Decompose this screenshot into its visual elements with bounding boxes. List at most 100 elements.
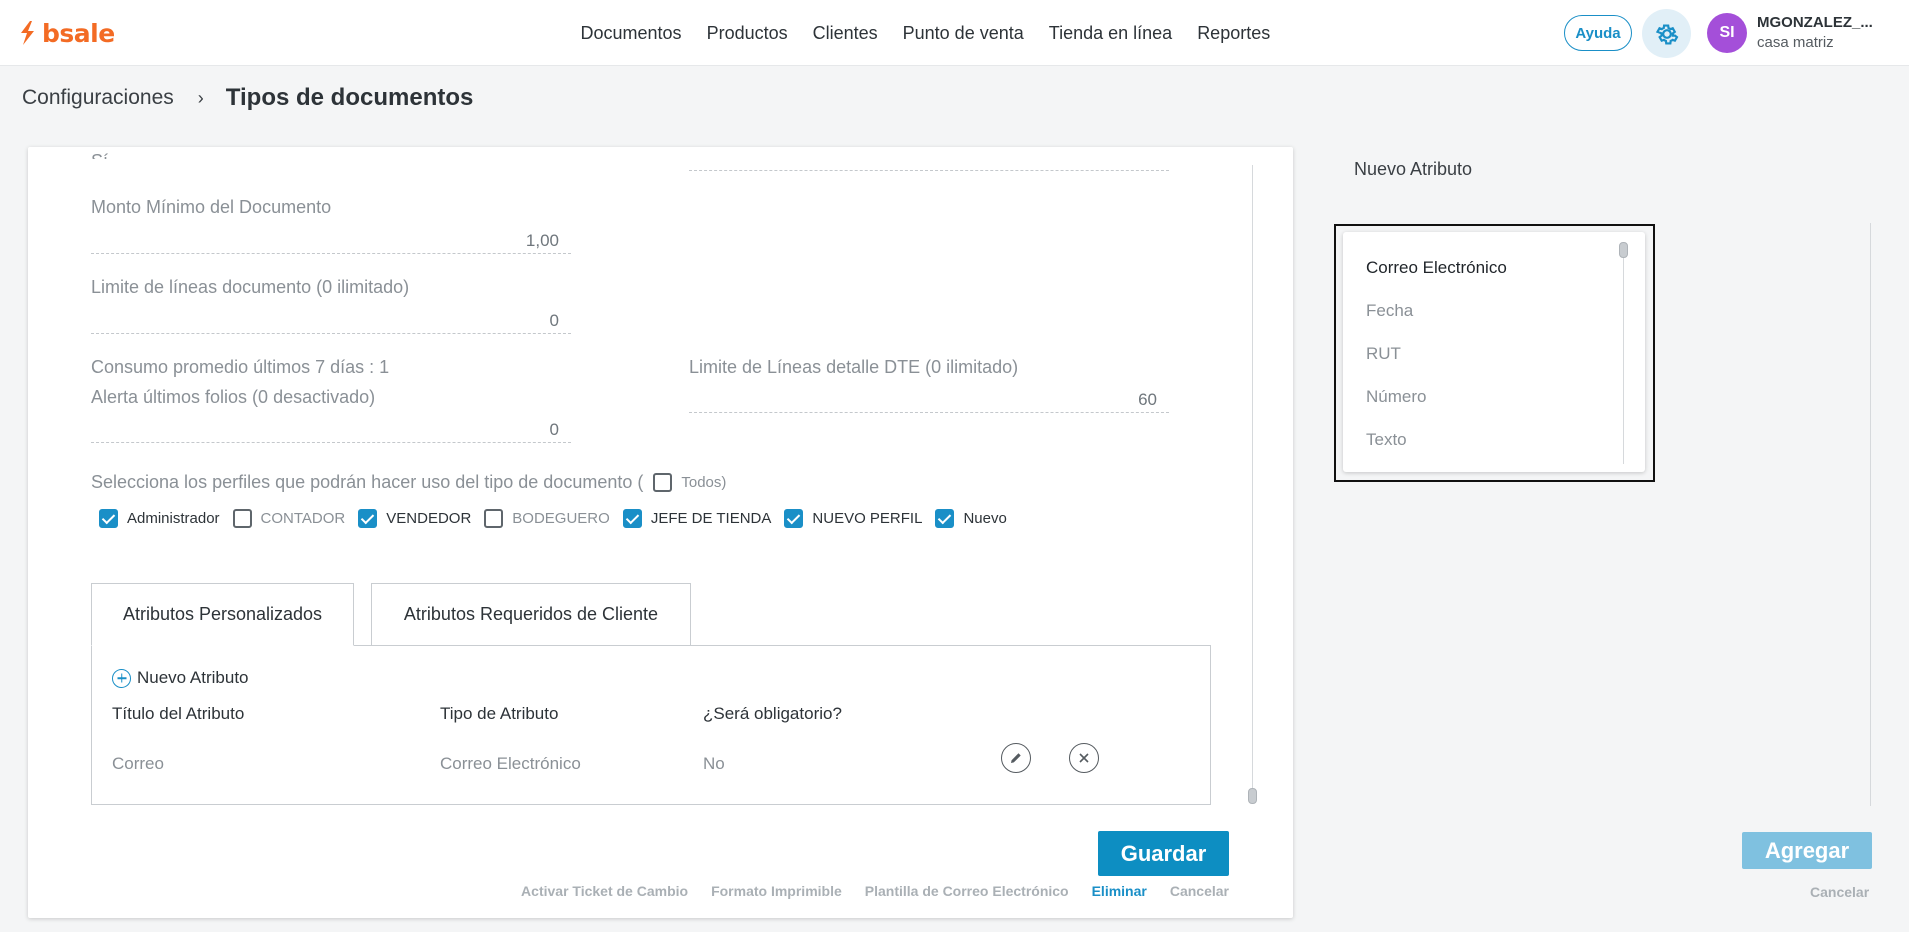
new-attribute-label: Nuevo Atributo	[137, 668, 249, 687]
folio-alert-line	[91, 442, 571, 443]
add-attribute-button[interactable]: Agregar	[1742, 832, 1872, 869]
profile-label: JEFE DE TIENDA	[650, 510, 772, 527]
pencil-icon	[1011, 753, 1021, 763]
logo-text: bsale	[42, 18, 115, 48]
nav-clientes[interactable]: Clientes	[800, 20, 890, 46]
nav-productos[interactable]: Productos	[694, 20, 800, 46]
checkbox-nuevo[interactable]	[935, 509, 955, 528]
settings-button[interactable]	[1642, 9, 1691, 58]
checkbox-jefe-de-tienda[interactable]	[622, 509, 642, 528]
profile-bodeguero[interactable]: BODEGUERO	[484, 509, 610, 528]
dte-line-limit-label: Limite de Líneas detalle DTE (0 ilimitad…	[689, 357, 1019, 377]
cut-off-field-line-right	[689, 170, 1169, 171]
cancel-link[interactable]: Cancelar	[1170, 883, 1229, 899]
tab-custom-attributes[interactable]: Atributos Personalizados	[91, 583, 354, 646]
custom-attributes-panel: Nuevo Atributo Título del Atributo Tipo …	[91, 645, 1211, 805]
avg-consumption-text: Consumo promedio últimos 7 días : 1	[91, 357, 390, 377]
help-button[interactable]: Ayuda	[1564, 15, 1632, 51]
email-template-link[interactable]: Plantilla de Correo Electrónico	[865, 883, 1069, 899]
gear-icon	[1655, 23, 1678, 45]
print-format-link[interactable]: Formato Imprimible	[711, 883, 842, 899]
line-limit-label: Limite de líneas documento (0 ilimitado)	[91, 277, 410, 297]
profile-nuevo[interactable]: Nuevo	[935, 509, 1007, 528]
checkbox-nuevo-perfil[interactable]	[784, 509, 804, 528]
profiles-checkbox-row: Administrador CONTADOR VENDEDOR BODEGUER…	[91, 509, 1020, 528]
breadcrumb: Configuraciones › Tipos de documentos	[22, 84, 473, 112]
bsale-logo-icon	[21, 21, 34, 45]
attribute-title-cell: Correo	[112, 754, 164, 773]
option-texto[interactable]: Texto	[1366, 430, 1407, 450]
activate-exchange-ticket-link[interactable]: Activar Ticket de Cambio	[521, 883, 688, 899]
profile-vendedor[interactable]: VENDEDOR	[358, 509, 471, 528]
column-header-title: Título del Atributo	[112, 704, 245, 723]
column-header-type: Tipo de Atributo	[440, 704, 559, 723]
top-navbar: bsale Documentos Productos Clientes Punt…	[0, 0, 1909, 66]
checkbox-vendedor[interactable]	[358, 509, 378, 528]
attribute-type-dropdown-frame: Correo Electrónico Fecha RUT Número Text…	[1334, 224, 1655, 482]
cut-off-field-label: Sí ·	[91, 151, 131, 159]
new-attribute-link[interactable]: Nuevo Atributo	[112, 668, 249, 688]
nav-documentos[interactable]: Documentos	[568, 20, 694, 46]
form-scrollbar-thumb[interactable]	[1248, 788, 1257, 804]
profile-label: Administrador	[127, 510, 220, 527]
all-profiles-checkbox[interactable]	[653, 473, 673, 492]
profile-label: NUEVO PERFIL	[812, 510, 923, 527]
line-limit-line	[91, 333, 571, 334]
all-profiles-label: Todos)	[681, 474, 727, 491]
delete-link[interactable]: Eliminar	[1092, 883, 1147, 899]
panel-divider	[1870, 223, 1871, 806]
folio-alert-label: Alerta últimos folios (0 desactivado)	[91, 387, 376, 407]
nav-tienda-en-linea[interactable]: Tienda en línea	[1036, 20, 1184, 46]
plus-circle-icon	[112, 668, 131, 688]
edit-attribute-button[interactable]	[1001, 743, 1031, 773]
line-limit-input[interactable]: 0	[91, 311, 559, 331]
checkbox-bodeguero[interactable]	[484, 509, 504, 528]
dte-line-limit-input[interactable]: 60	[689, 390, 1157, 410]
panel-cancel-link[interactable]: Cancelar	[1810, 884, 1869, 900]
delete-attribute-button[interactable]	[1069, 743, 1099, 773]
min-amount-label: Monto Mínimo del Documento	[91, 197, 332, 217]
folio-alert-input[interactable]: 0	[91, 420, 559, 440]
option-rut[interactable]: RUT	[1366, 344, 1401, 364]
new-attribute-panel-title: Nuevo Atributo	[1354, 159, 1473, 179]
document-type-form-card: Sí · Monto Mínimo del Documento 1,00 Lim…	[28, 147, 1293, 918]
option-numero[interactable]: Número	[1366, 387, 1426, 407]
nav-punto-de-venta[interactable]: Punto de venta	[890, 20, 1036, 46]
dte-line-limit-line	[689, 412, 1169, 413]
breadcrumb-parent[interactable]: Configuraciones	[22, 86, 174, 110]
profiles-prompt: Selecciona los perfiles que podrán hacer…	[91, 472, 726, 493]
min-amount-input[interactable]: 1,00	[91, 231, 559, 251]
dropdown-scrollbar-track	[1623, 246, 1624, 464]
checkbox-administrador[interactable]	[99, 509, 118, 528]
close-icon	[1079, 753, 1089, 763]
user-branch: casa matriz	[1757, 34, 1834, 51]
profile-label: BODEGUERO	[512, 510, 610, 527]
user-name[interactable]: MGONZALEZ_...	[1757, 14, 1873, 31]
form-scrollbar-track	[1252, 165, 1253, 801]
bsale-logo[interactable]: bsale	[16, 16, 115, 50]
profile-nuevo-perfil[interactable]: NUEVO PERFIL	[784, 509, 922, 528]
nav-reportes[interactable]: Reportes	[1185, 20, 1283, 46]
option-correo-electronico[interactable]: Correo Electrónico	[1366, 258, 1507, 278]
profile-label: VENDEDOR	[386, 510, 472, 527]
profile-jefe-de-tienda[interactable]: JEFE DE TIENDA	[622, 509, 772, 528]
form-footer-links: Activar Ticket de Cambio Formato Imprimi…	[521, 883, 1229, 899]
save-button[interactable]: Guardar	[1098, 831, 1229, 876]
column-header-required: ¿Será obligatorio?	[703, 704, 842, 723]
attribute-type-cell: Correo Electrónico	[440, 754, 581, 773]
checkbox-contador[interactable]	[232, 509, 252, 528]
attribute-required-cell: No	[703, 754, 725, 773]
option-fecha[interactable]: Fecha	[1366, 301, 1413, 321]
attribute-type-dropdown[interactable]: Correo Electrónico Fecha RUT Número Text…	[1343, 232, 1645, 472]
tab-client-required-attributes[interactable]: Atributos Requeridos de Cliente	[371, 583, 691, 646]
min-amount-line	[91, 253, 571, 254]
main-nav: Documentos Productos Clientes Punto de v…	[568, 20, 1283, 46]
dropdown-scrollbar-thumb[interactable]	[1619, 242, 1628, 258]
profile-label: CONTADOR	[260, 510, 346, 527]
breadcrumb-chevron-icon: ›	[197, 87, 204, 108]
profile-label: Nuevo	[963, 510, 1007, 527]
user-avatar[interactable]: SI	[1707, 13, 1747, 53]
profile-administrador[interactable]: Administrador	[99, 509, 220, 528]
profile-contador[interactable]: CONTADOR	[232, 509, 346, 528]
profiles-prompt-text: Selecciona los perfiles que podrán hacer…	[91, 472, 644, 492]
